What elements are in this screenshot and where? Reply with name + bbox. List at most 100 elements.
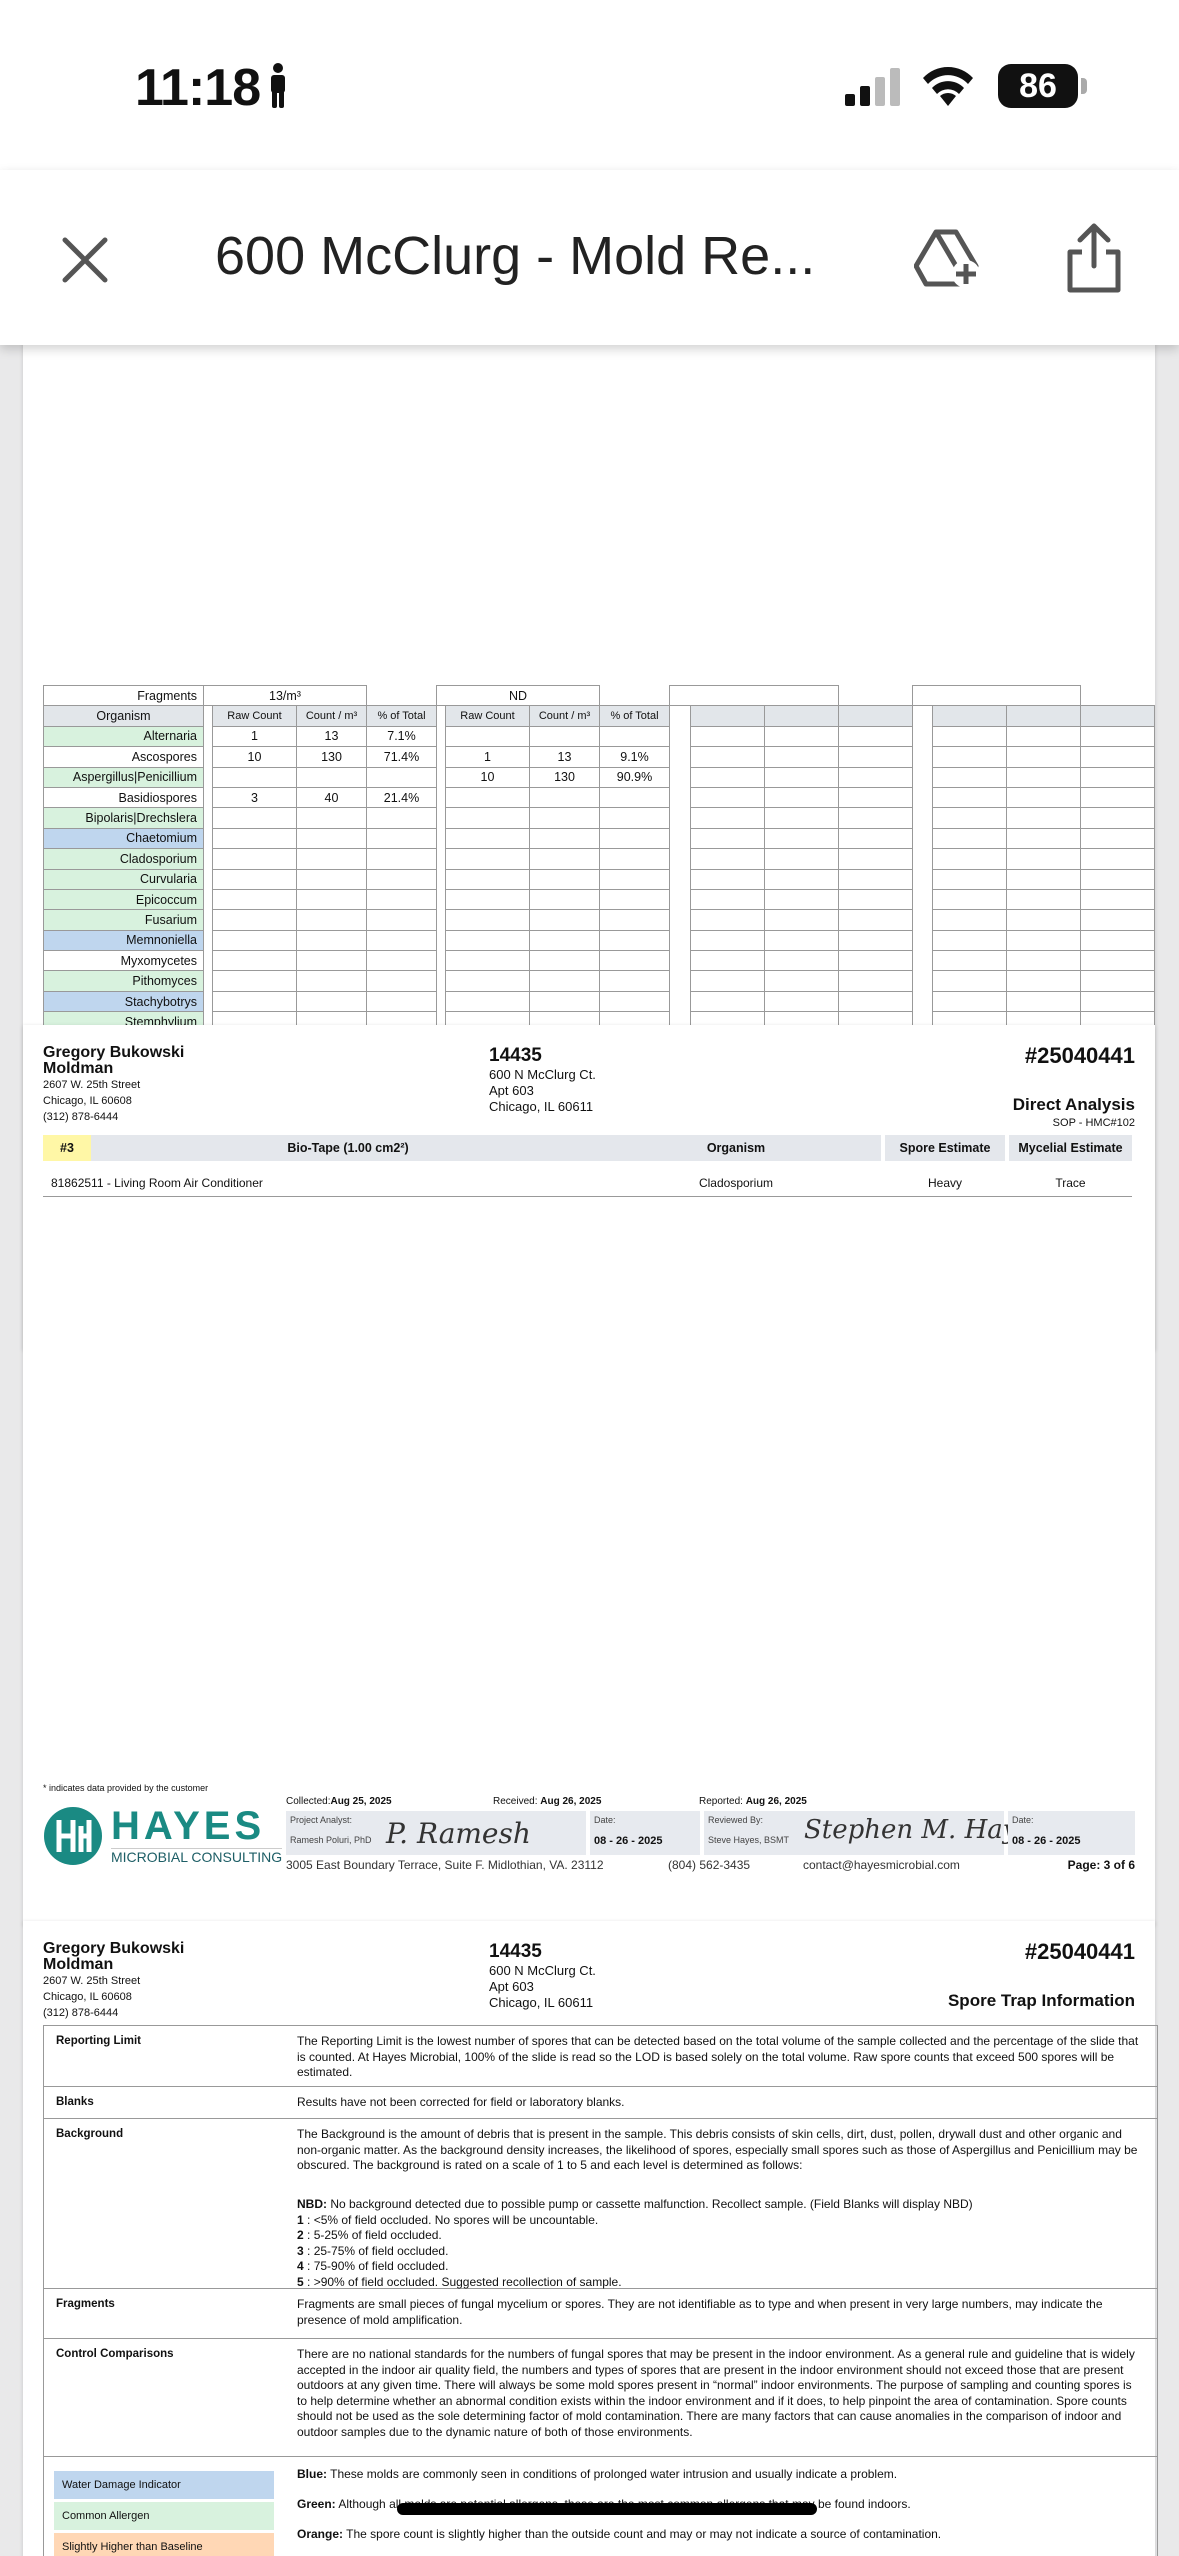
empty-header xyxy=(1006,705,1081,727)
customer-note: * indicates data provided by the custome… xyxy=(43,1783,209,1793)
empty-cell xyxy=(837,990,913,1013)
organism-row: Chaetomium xyxy=(43,827,1155,850)
spacer xyxy=(599,685,670,706)
empty-cell xyxy=(932,827,1007,850)
project-addr3: Chicago, IL 60611 xyxy=(489,1099,594,1114)
empty-cell xyxy=(689,807,765,829)
scroll-indicator[interactable] xyxy=(397,2503,817,2515)
project-addr2: Apt 603 xyxy=(489,1083,534,1098)
add-to-drive-icon[interactable] xyxy=(914,226,986,294)
fragments-b: ND xyxy=(436,684,600,707)
organism-name: Pithomyces xyxy=(43,970,204,992)
spacer xyxy=(669,787,690,808)
spacer xyxy=(912,909,933,931)
analyst-name: Ramesh Poluri, PhD xyxy=(290,1835,372,1845)
count-cell xyxy=(599,725,670,748)
count-cell xyxy=(212,868,297,890)
info-value: Fragments are small pieces of fungal myc… xyxy=(297,2297,1103,2327)
empty-cell xyxy=(932,909,1007,931)
hayes-logo-icon xyxy=(44,1807,102,1865)
count-cell: 13 xyxy=(529,746,600,768)
level-text: : <5% of field occluded. No spores will … xyxy=(303,2212,599,2227)
spacer xyxy=(203,869,213,890)
signal-icon xyxy=(845,68,900,106)
date-label: Date: xyxy=(594,1815,616,1825)
col-count: Count / m³ xyxy=(529,705,600,727)
spacer xyxy=(203,848,213,870)
info-value: Results have not been corrected for fiel… xyxy=(297,2095,625,2109)
pdf-viewer[interactable]: Fragments 13/m³ ND Organism Raw Count Count /… xyxy=(0,345,1179,2556)
empty-cell xyxy=(689,766,765,788)
spacer xyxy=(436,746,446,768)
collected: Collected:Aug 25, 2025 xyxy=(286,1796,392,1807)
empty-cell xyxy=(763,786,839,809)
empty-cell xyxy=(689,848,765,870)
empty-cell xyxy=(1006,807,1081,829)
client-block: Gregory Bukowski Moldman 2607 W. 25th St… xyxy=(43,1045,184,1125)
count-cell xyxy=(366,888,437,911)
empty-cell xyxy=(763,929,839,952)
organism-name: Myxomycetes xyxy=(43,950,204,972)
col-organism: Organism xyxy=(43,705,204,727)
empty-cell xyxy=(1080,970,1155,992)
count-cell: 1 xyxy=(212,725,297,748)
spacer xyxy=(203,909,213,931)
client-company: Moldman xyxy=(43,1060,114,1077)
spacer xyxy=(912,970,933,992)
hayes-logo: HAYES MICROBIAL CONSULTING xyxy=(43,1806,283,1870)
client-block: Gregory Bukowski Moldman 2607 W. 25th St… xyxy=(43,1941,184,2021)
empty-cell xyxy=(1006,766,1081,788)
empty-header xyxy=(837,705,913,727)
organism-name: Bipolaris|Drechslera xyxy=(43,807,204,829)
organism-name: Alternaria xyxy=(43,725,204,748)
count-cell xyxy=(366,848,437,870)
count-cell xyxy=(599,868,670,890)
info-value: The Reporting Limit is the lowest number… xyxy=(297,2034,1139,2079)
background-level: 4 : 75-90% of field occluded. xyxy=(297,2259,1142,2275)
spacer xyxy=(203,889,213,910)
lab-email[interactable]: contact@hayesmicrobial.com xyxy=(803,1858,960,1872)
info-key: Background xyxy=(56,2128,124,2140)
organism-name: Curvularia xyxy=(43,868,204,890)
spacer xyxy=(669,848,690,870)
count-cell xyxy=(529,990,600,1013)
spacer xyxy=(203,828,213,849)
organism-name: Ascospores xyxy=(43,746,204,768)
count-cell xyxy=(529,909,600,931)
organism-row: Myxomycetes xyxy=(43,950,1155,972)
spacer xyxy=(912,726,933,747)
info-value: There are no national standards for the … xyxy=(297,2347,1135,2439)
spacer xyxy=(669,767,690,788)
empty-cell xyxy=(1006,868,1081,890)
count-cell xyxy=(366,827,437,850)
spacer xyxy=(436,807,446,829)
battery-icon: 86 xyxy=(998,64,1078,108)
clock: 11:18 xyxy=(135,59,261,117)
share-icon[interactable] xyxy=(1064,222,1124,294)
spacer xyxy=(436,991,446,1012)
level-key: 2 xyxy=(297,2228,304,2242)
empty-cell xyxy=(837,888,913,911)
count-cell xyxy=(529,827,600,850)
count-cell xyxy=(599,827,670,850)
level-text: No background detected due to possible p… xyxy=(327,2197,973,2211)
result-organism: Cladosporium xyxy=(698,1176,774,1190)
count-cell xyxy=(212,807,297,829)
col-raw: Raw Count xyxy=(212,705,297,727)
count-cell xyxy=(529,888,600,911)
page-number: Page: 3 of 6 xyxy=(1067,1858,1135,1872)
count-cell xyxy=(529,848,600,870)
spacer xyxy=(436,909,446,931)
fragments-label: Fragments xyxy=(43,684,204,707)
battery-tip xyxy=(1081,78,1087,94)
background-level: 5 : >90% of field occluded. Suggested re… xyxy=(297,2275,1142,2291)
spacer xyxy=(912,991,933,1012)
spacer xyxy=(203,787,213,808)
spacer xyxy=(912,705,933,727)
count-cell: 90.9% xyxy=(599,766,670,788)
close-icon[interactable] xyxy=(55,230,115,290)
spacer xyxy=(669,726,690,747)
count-cell xyxy=(366,970,437,992)
empty-cell xyxy=(837,909,913,931)
empty-cell xyxy=(1006,888,1081,911)
